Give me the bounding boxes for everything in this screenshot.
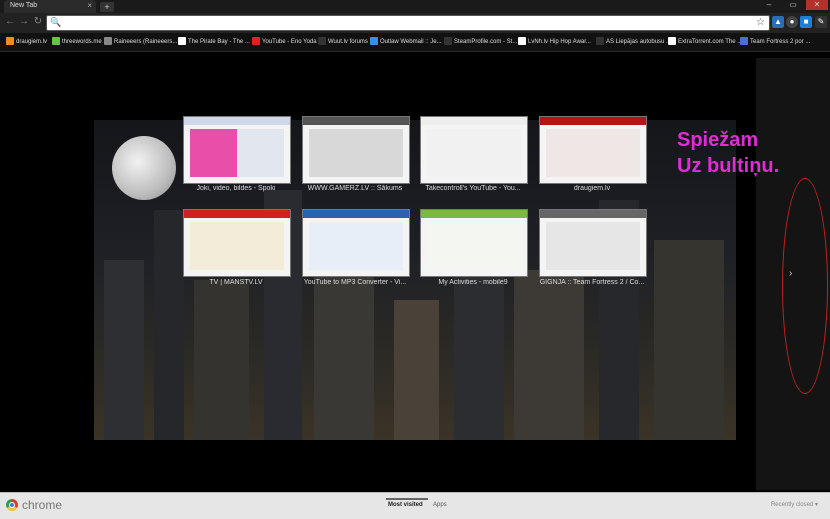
bookmark-favicon <box>6 37 14 46</box>
extension-icon-1[interactable]: ▲ <box>772 16 784 28</box>
thumbnail-title[interactable]: YouTube to MP3 Converter - Vi... <box>300 279 410 286</box>
thumbnail-header <box>421 117 527 125</box>
bookmark-item[interactable]: Outlaw Webmail :: Je... <box>370 37 442 47</box>
bookmark-item[interactable]: Wuut.lv forums <box>318 37 368 47</box>
minimize-button[interactable]: – <box>758 0 780 10</box>
thumbnail-title[interactable]: My Activities - mobile9 <box>418 279 528 286</box>
forward-button[interactable]: → <box>18 16 30 28</box>
bookmark-favicon <box>318 37 326 46</box>
thumbnail-header <box>303 117 409 125</box>
search-icon: 🔍 <box>50 17 62 27</box>
most-visited-thumbnail[interactable] <box>420 116 528 184</box>
bookmark-item[interactable]: The Pirate Bay - The ... <box>178 37 250 47</box>
thumbnail-preview <box>427 129 521 177</box>
most-visited-thumbnail[interactable] <box>539 209 647 277</box>
most-visited-thumbnail[interactable] <box>420 209 528 277</box>
reload-button[interactable]: ↻ <box>32 16 44 28</box>
tab-new-tab[interactable]: New Tab × <box>4 0 96 13</box>
bookmark-favicon <box>596 37 604 46</box>
thumbnail-title[interactable]: GIGNJA :: Team Fortress 2 / Co... <box>537 279 647 286</box>
thumbnail-header <box>184 117 290 125</box>
bookmark-star-icon[interactable]: ☆ <box>756 17 765 28</box>
next-page-arrow-icon[interactable]: › <box>789 268 792 279</box>
most-visited-thumbnail[interactable] <box>302 116 410 184</box>
recently-closed-menu[interactable]: Recently closed ▾ <box>771 501 818 508</box>
extension-icon-3[interactable]: ■ <box>800 16 812 28</box>
most-visited-thumbnail[interactable] <box>183 116 291 184</box>
bookmark-item[interactable]: threewords.me <box>52 37 102 47</box>
thumbnail-preview <box>309 129 403 177</box>
back-button[interactable]: ← <box>4 16 16 28</box>
thumbnail-header <box>540 210 646 218</box>
thumbnail-title[interactable]: Joki, video, bildes - Spoki <box>181 185 291 192</box>
bookmark-favicon <box>740 37 748 46</box>
extension-icon-2[interactable]: ● <box>786 16 798 28</box>
bookmark-item[interactable]: LvNh.lv Hip Hop Awar... <box>518 37 591 47</box>
bookmark-favicon <box>52 37 60 46</box>
close-window-button[interactable]: ✕ <box>806 0 828 10</box>
thumbnail-preview <box>190 222 284 270</box>
bookmark-item[interactable]: YouTube - Eno Yoda <box>252 37 317 47</box>
bookmark-item[interactable]: ExtraTorrent.com The ... <box>668 37 742 47</box>
bookmark-favicon <box>444 37 452 46</box>
bookmark-item[interactable]: Raineeers (Raineeers... <box>104 37 177 47</box>
bookmark-item[interactable]: SteamProfile.com - St... <box>444 37 517 47</box>
active-tab-indicator <box>386 498 428 500</box>
most-visited-thumbnail[interactable] <box>302 209 410 277</box>
bookmark-favicon <box>104 37 112 46</box>
thumbnail-title[interactable]: WWW.GAMERZ.LV :: Sākums <box>300 185 410 192</box>
most-visited-thumbnail[interactable] <box>183 209 291 277</box>
chrome-logo-icon <box>6 499 18 511</box>
thumbnail-title[interactable]: Takecontroll's YouTube - You... <box>418 185 528 192</box>
wrench-icon[interactable]: ✎ <box>815 16 827 28</box>
bookmark-favicon <box>178 37 186 46</box>
tab-title: New Tab <box>10 2 38 9</box>
annotation-oval <box>782 178 828 394</box>
thumbnail-header <box>540 117 646 125</box>
thumbnail-preview <box>190 129 284 177</box>
thumbnail-preview <box>546 222 640 270</box>
bookmark-favicon <box>668 37 676 46</box>
ntp-footer: chrome Most visited Apps Recently closed… <box>0 492 830 519</box>
bookmark-favicon <box>518 37 526 46</box>
title-bar: New Tab × + – ▭ ✕ <box>0 0 830 13</box>
annotation-text: Spiežam Uz bultiņu. <box>677 129 780 177</box>
chrome-wordmark: chrome <box>22 498 63 512</box>
thumbnail-preview <box>427 222 521 270</box>
thumbnail-header <box>303 210 409 218</box>
thumbnail-title[interactable]: draugiem.lv <box>537 185 647 192</box>
bookmark-item[interactable]: Team Fortress 2 por ... <box>740 37 810 47</box>
moon-image <box>112 136 176 200</box>
maximize-button[interactable]: ▭ <box>782 0 804 10</box>
bookmark-favicon <box>370 37 378 46</box>
omnibox[interactable]: 🔍 ☆ <box>46 15 770 31</box>
bookmarks-bar: draugiem.lv threewords.me Raineeers (Rai… <box>0 33 830 52</box>
thumbnail-preview <box>546 129 640 177</box>
thumbnail-header <box>184 210 290 218</box>
thumbnail-title[interactable]: TV | MANSTV.LV <box>181 279 291 286</box>
thumbnail-header <box>421 210 527 218</box>
bookmark-favicon <box>252 37 260 46</box>
browser-toolbar: ← → ↻ 🔍 ☆ ▲ ● ■ ✎ <box>0 13 830 33</box>
most-visited-thumbnail[interactable] <box>539 116 647 184</box>
thumbnail-preview <box>309 222 403 270</box>
tab-apps[interactable]: Apps <box>433 502 447 508</box>
new-tab-button[interactable]: + <box>100 2 114 12</box>
bookmark-item[interactable]: draugiem.lv <box>6 37 47 47</box>
bookmark-item[interactable]: AS Liepājas autobusu ... <box>596 37 671 47</box>
tab-most-visited[interactable]: Most visited <box>388 502 423 508</box>
tab-close-icon[interactable]: × <box>87 1 92 10</box>
